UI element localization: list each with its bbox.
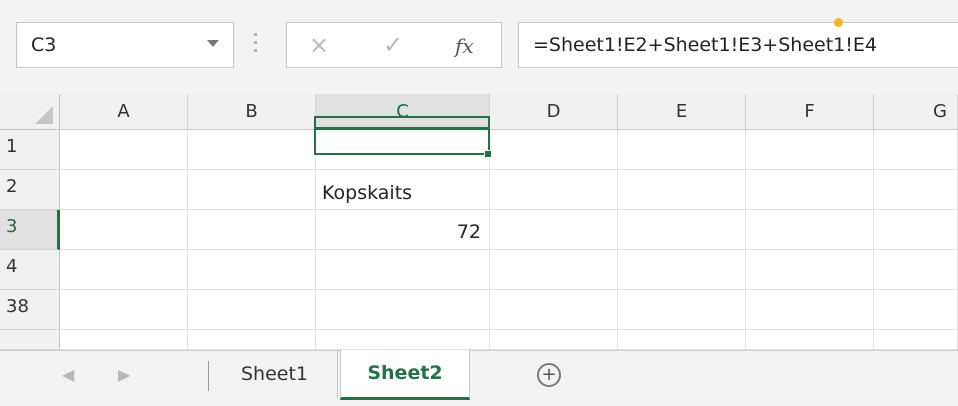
tab-sheet1[interactable]: Sheet1 xyxy=(212,351,338,399)
cell-partial-c[interactable] xyxy=(316,330,490,350)
cell-e1[interactable] xyxy=(618,130,746,170)
cell-g3[interactable] xyxy=(874,210,958,250)
column-header-a[interactable]: A xyxy=(60,94,188,130)
scroll-tabs-left-icon[interactable]: ◀ xyxy=(62,365,74,384)
chevron-down-icon[interactable] xyxy=(207,40,219,47)
cell-e2[interactable] xyxy=(618,170,746,210)
cell-partial-a[interactable] xyxy=(60,330,188,350)
cell-a38[interactable] xyxy=(60,290,188,330)
add-sheet-icon[interactable]: + xyxy=(537,363,561,387)
cell-c3[interactable]: 72 xyxy=(316,210,490,250)
cell-c4[interactable] xyxy=(316,250,490,290)
cell-f38[interactable] xyxy=(746,290,874,330)
cell-g1[interactable] xyxy=(874,130,958,170)
cell-b38[interactable] xyxy=(188,290,316,330)
row-header-4[interactable]: 4 xyxy=(0,250,60,290)
cell-partial-g[interactable] xyxy=(874,330,958,350)
name-box-value: C3 xyxy=(31,34,57,56)
cell-g2[interactable] xyxy=(874,170,958,210)
cell-partial-f[interactable] xyxy=(746,330,874,350)
cell-d4[interactable] xyxy=(490,250,618,290)
cell-b3[interactable] xyxy=(188,210,316,250)
cell-f3[interactable] xyxy=(746,210,874,250)
cell-f1[interactable] xyxy=(746,130,874,170)
cell-d1[interactable] xyxy=(490,130,618,170)
cell-a4[interactable] xyxy=(60,250,188,290)
sheet-tab-bar: ◀ ▶ Sheet1 Sheet2 + xyxy=(0,350,958,406)
column-header-g[interactable]: G xyxy=(874,94,958,130)
cell-a3[interactable] xyxy=(60,210,188,250)
cell-g38[interactable] xyxy=(874,290,958,330)
cell-g4[interactable] xyxy=(874,250,958,290)
cell-c2-text: Kopskaits xyxy=(322,182,413,204)
cell-c2[interactable]: Kopskaits xyxy=(316,170,490,210)
tab-sheet2[interactable]: Sheet2 xyxy=(340,350,470,400)
cell-partial-b[interactable] xyxy=(188,330,316,350)
cell-b2[interactable] xyxy=(188,170,316,210)
column-header-d[interactable]: D xyxy=(490,94,618,130)
active-cell-border xyxy=(314,116,490,155)
spreadsheet-window: C3 × ✓ fx =Sheet1!E2+Sheet1!E3+Sheet1!E4… xyxy=(0,0,958,406)
cell-d3[interactable] xyxy=(490,210,618,250)
cell-b4[interactable] xyxy=(188,250,316,290)
name-box[interactable]: C3 xyxy=(16,22,234,68)
formula-buttons: × ✓ fx xyxy=(286,22,502,68)
insert-function-icon[interactable]: fx xyxy=(455,32,474,60)
cursor-indicator xyxy=(834,18,843,27)
cell-c38[interactable] xyxy=(316,290,490,330)
cancel-icon[interactable]: × xyxy=(309,31,329,59)
cell-f4[interactable] xyxy=(746,250,874,290)
cell-e4[interactable] xyxy=(618,250,746,290)
formula-input[interactable]: =Sheet1!E2+Sheet1!E3+Sheet1!E4 xyxy=(518,22,958,68)
cell-a2[interactable] xyxy=(60,170,188,210)
row-header-1[interactable]: 1 xyxy=(0,130,60,170)
formula-bar: C3 × ✓ fx =Sheet1!E2+Sheet1!E3+Sheet1!E4 xyxy=(0,0,958,94)
cell-b1[interactable] xyxy=(188,130,316,170)
select-all-button[interactable] xyxy=(0,94,60,130)
cell-partial-e[interactable] xyxy=(618,330,746,350)
row-header-2[interactable]: 2 xyxy=(0,170,60,210)
cell-a1[interactable] xyxy=(60,130,188,170)
row-header-38[interactable]: 38 xyxy=(0,290,60,330)
row-header-3[interactable]: 3 xyxy=(0,210,60,250)
cell-d2[interactable] xyxy=(490,170,618,210)
column-header-b[interactable]: B xyxy=(188,94,316,130)
column-header-e[interactable]: E xyxy=(618,94,746,130)
cell-e38[interactable] xyxy=(618,290,746,330)
fill-handle[interactable] xyxy=(484,150,492,158)
column-header-f[interactable]: F xyxy=(746,94,874,130)
row-header-partial[interactable] xyxy=(0,330,60,350)
cell-f2[interactable] xyxy=(746,170,874,210)
cell-c3-value: 72 xyxy=(456,221,481,243)
tab-divider xyxy=(208,361,209,391)
cell-d38[interactable] xyxy=(490,290,618,330)
cell-e3[interactable] xyxy=(618,210,746,250)
select-all-icon xyxy=(35,106,53,124)
grip-icon[interactable] xyxy=(254,28,260,58)
scroll-tabs-right-icon[interactable]: ▶ xyxy=(118,365,130,384)
cell-partial-d[interactable] xyxy=(490,330,618,350)
enter-icon[interactable]: ✓ xyxy=(383,31,403,59)
